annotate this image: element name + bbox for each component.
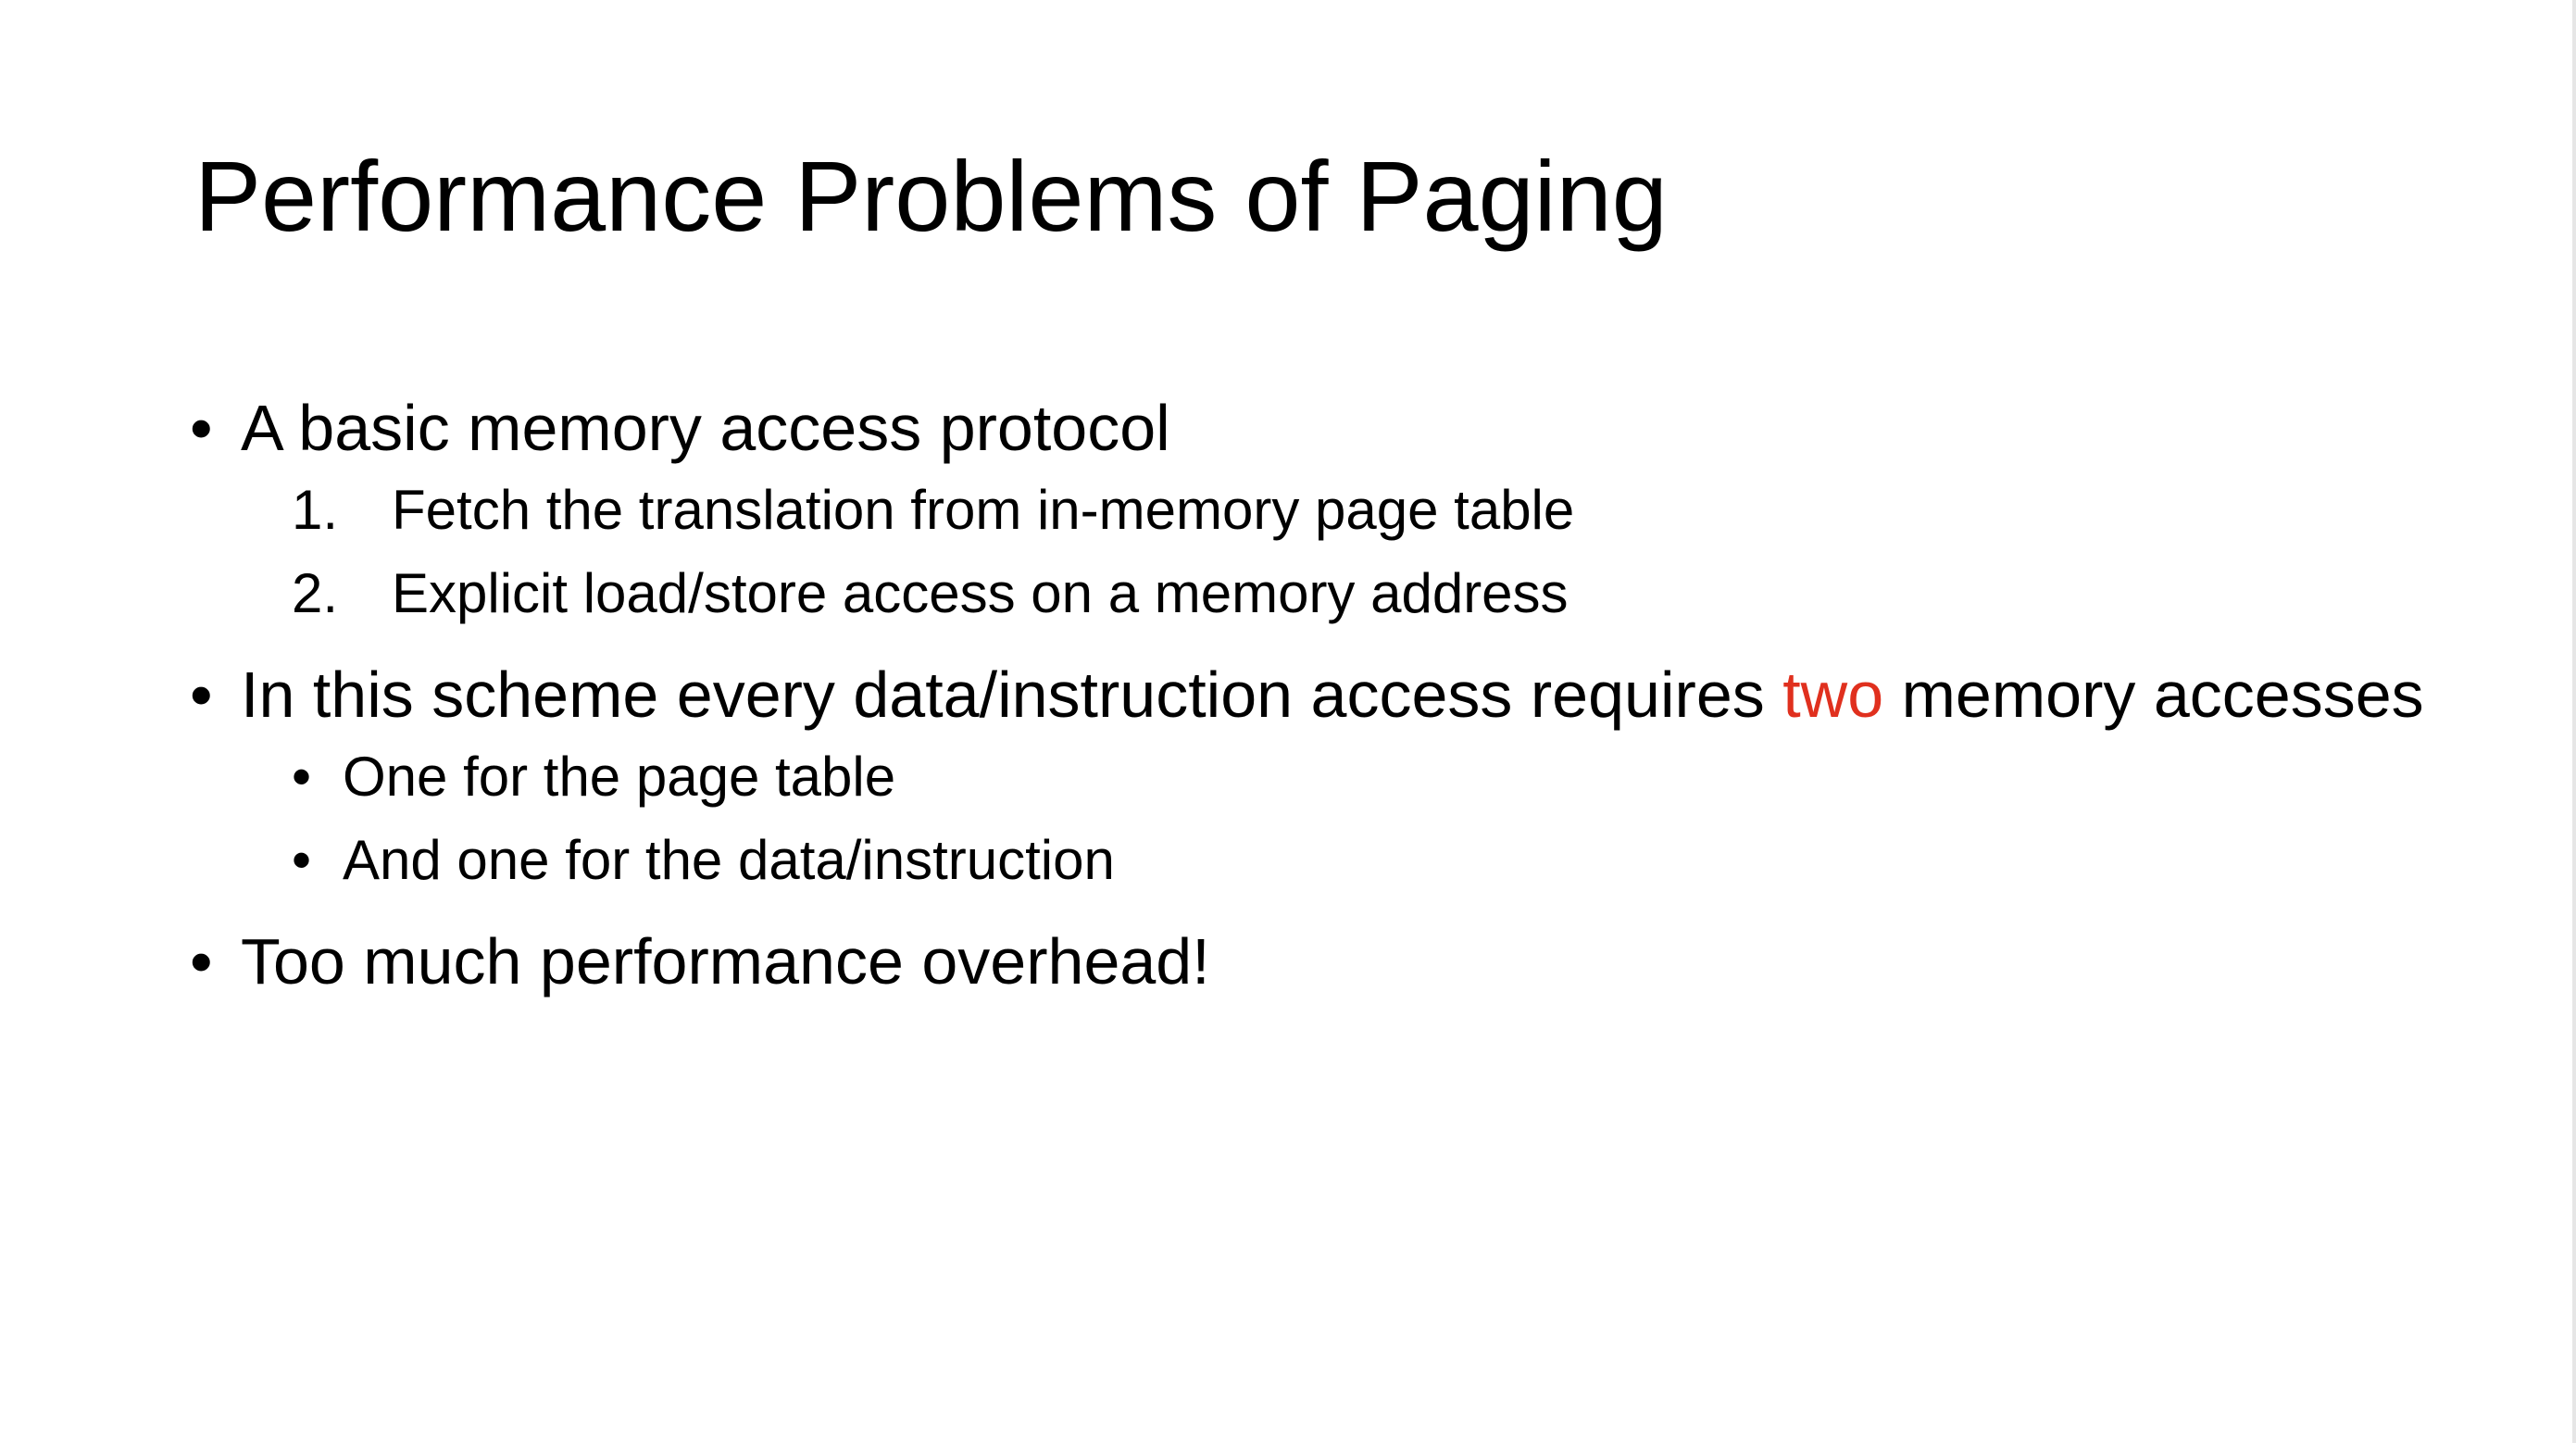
numbered-subitem: 1. Fetch the translation from in-memory … [292,469,2486,552]
subitem-text: And one for the data/instruction [343,829,1115,891]
subitem-text: Fetch the translation from in-memory pag… [392,479,1575,541]
bulleted-subitem: • And one for the data/instruction [292,819,2486,902]
slide-title: Performance Problems of Paging [194,140,1668,252]
bulleted-subitem: • One for the page table [292,735,2486,819]
bullet-text: Too much performance overhead! [241,925,1210,998]
bullet-item: • A basic memory access protocol [190,387,2486,469]
slide-edge-divider [2572,0,2576,1443]
bullet-text-lead: In this scheme every data/instruction ac… [241,659,1783,731]
bullet-text-tail: memory accesses [1883,659,2424,731]
subitem-text: One for the page table [343,746,896,808]
bullet-marker: • [190,925,213,998]
bullet-marker: • [190,392,213,464]
number-marker: 1. [292,479,339,541]
bullet-text: A basic memory access protocol [241,392,1170,464]
numbered-subitem: 2. Explicit load/store access on a memor… [292,552,2486,635]
bullet-marker: • [292,746,312,808]
number-marker: 2. [292,562,339,624]
bullet-item: • Too much performance overhead! [190,921,2486,1002]
slide: Performance Problems of Paging • A basic… [0,0,2576,1443]
highlighted-word: two [1782,659,1884,731]
subitem-text: Explicit load/store access on a memory a… [392,562,1569,624]
bullet-marker: • [190,659,213,731]
slide-body: • A basic memory access protocol 1. Fetc… [190,387,2486,1002]
bullet-item: • In this scheme every data/instruction … [190,654,2486,735]
bullet-marker: • [292,829,312,891]
